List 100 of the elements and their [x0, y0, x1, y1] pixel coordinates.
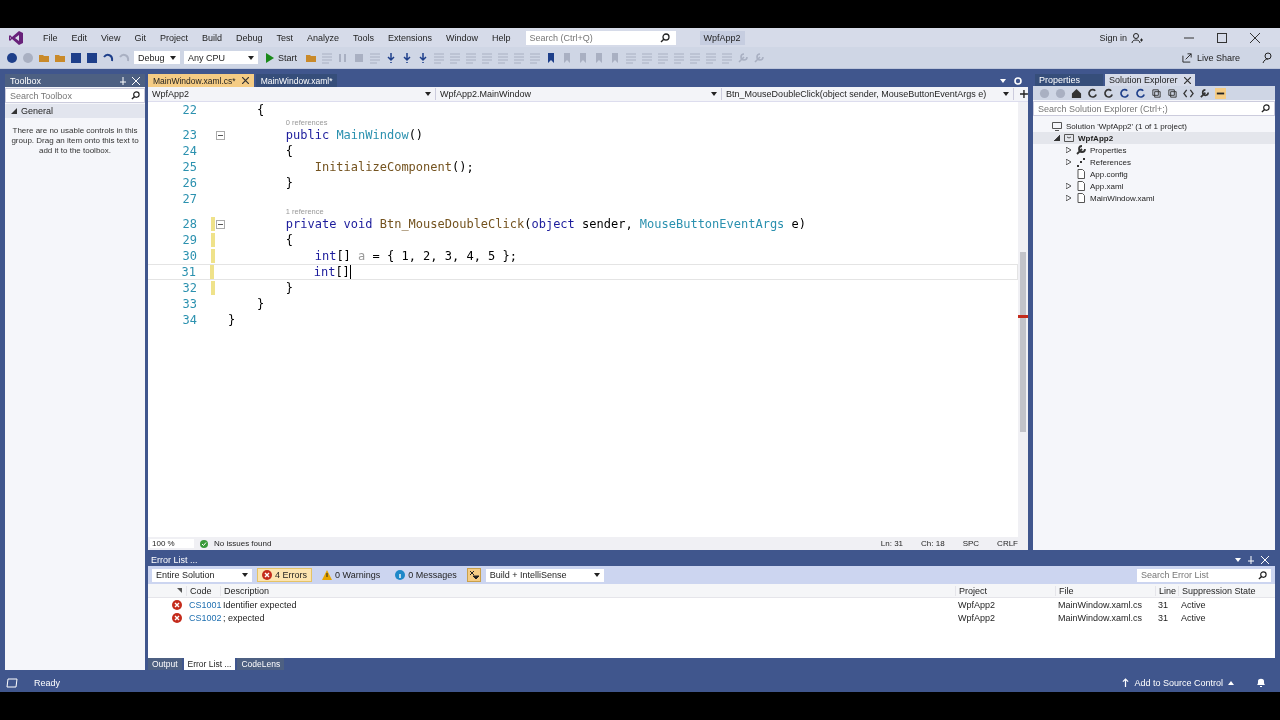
- panel-tab[interactable]: CodeLens: [237, 658, 285, 670]
- navigation-dropdown[interactable]: Btn_MouseDoubleClick(object sender, MouseButtonEventArgs e): [722, 88, 1015, 100]
- menu-item[interactable]: Tools: [346, 32, 382, 43]
- filter-button[interactable]: 0 Messages: [390, 568, 462, 582]
- menu-item[interactable]: Window: [439, 32, 486, 43]
- dropdown-icon[interactable]: [1235, 558, 1241, 562]
- menu-item[interactable]: File: [36, 32, 65, 43]
- refresh-icon[interactable]: [1119, 87, 1130, 99]
- tree-item[interactable]: App.config: [1033, 168, 1275, 180]
- pin-icon[interactable]: [1247, 556, 1255, 564]
- menu-item[interactable]: Extensions: [381, 32, 440, 43]
- column-header[interactable]: Line: [1155, 585, 1178, 596]
- column-header[interactable]: Description: [220, 585, 955, 596]
- split-icon[interactable]: [1020, 90, 1028, 98]
- back-icon[interactable]: [6, 51, 18, 64]
- step-icon[interactable]: [385, 51, 397, 64]
- live-share-button[interactable]: Live Share: [1181, 52, 1240, 63]
- menu-item[interactable]: Edit: [64, 32, 95, 43]
- close-icon[interactable]: [1183, 76, 1191, 84]
- menu-item[interactable]: Debug: [228, 32, 270, 43]
- menu-item[interactable]: Git: [127, 32, 153, 43]
- document-tab[interactable]: MainWindow.xaml.cs*: [148, 74, 254, 87]
- document-tab[interactable]: MainWindow.xaml*: [255, 74, 338, 87]
- feedback-icon[interactable]: [1262, 51, 1274, 64]
- scope-dropdown[interactable]: Entire Solution: [152, 568, 252, 582]
- start-button[interactable]: Start: [262, 52, 301, 63]
- error-code-link[interactable]: CS1002: [186, 612, 220, 623]
- menu-item[interactable]: Build: [194, 32, 229, 43]
- menu-item[interactable]: Analyze: [300, 32, 346, 43]
- status-text: Ready: [34, 677, 60, 688]
- menu-item[interactable]: Help: [485, 32, 518, 43]
- expander-icon[interactable]: [1065, 195, 1072, 201]
- refresh-icon[interactable]: [1135, 87, 1146, 99]
- issues-status[interactable]: No issues found: [214, 539, 272, 548]
- panel-tab[interactable]: Solution Explorer: [1105, 74, 1195, 86]
- menu-item[interactable]: View: [94, 32, 128, 43]
- column-header[interactable]: Suppression State: [1178, 585, 1275, 596]
- caret-icon: [711, 92, 718, 96]
- source-control-button[interactable]: Add to Source Control: [1122, 677, 1234, 688]
- expander-icon[interactable]: [1065, 183, 1072, 189]
- expander-icon[interactable]: [1065, 147, 1072, 153]
- tree-item[interactable]: MainWindow.xaml: [1033, 192, 1275, 204]
- save-all-icon[interactable]: [86, 51, 98, 64]
- tree-item[interactable]: References: [1033, 156, 1275, 168]
- pin-icon[interactable]: [119, 76, 127, 85]
- platform-dropdown[interactable]: Any CPU: [184, 51, 258, 64]
- save-icon[interactable]: [70, 51, 82, 64]
- source-dropdown[interactable]: Build + IntelliSense: [485, 568, 604, 582]
- expander-icon[interactable]: [1065, 159, 1072, 165]
- code-icon[interactable]: [1183, 87, 1194, 99]
- search-field[interactable]: Search Error List: [1137, 570, 1258, 580]
- navigation-dropdown[interactable]: WpfApp2.MainWindow: [436, 88, 723, 100]
- zoom-dropdown[interactable]: 100 %: [150, 539, 194, 548]
- configuration-dropdown[interactable]: Debug: [134, 51, 180, 64]
- scrollbar[interactable]: [1018, 102, 1028, 537]
- close-icon[interactable]: [1250, 32, 1260, 43]
- expander-icon[interactable]: [11, 108, 17, 114]
- gear-icon[interactable]: [1014, 76, 1022, 85]
- panel-tab[interactable]: Output: [148, 658, 182, 670]
- column-header[interactable]: File: [1055, 585, 1155, 596]
- error-code-link[interactable]: CS1001: [186, 599, 220, 610]
- search-field[interactable]: Search Error List: [1137, 568, 1271, 582]
- sign-in-link[interactable]: Sign in: [1099, 32, 1127, 43]
- menu-item[interactable]: Test: [269, 32, 300, 43]
- search-field[interactable]: Search Toolbox: [6, 90, 131, 101]
- maximize-icon[interactable]: [1217, 32, 1227, 43]
- logo-icon[interactable]: [8, 29, 24, 46]
- column-header[interactable]: Code: [186, 585, 220, 596]
- dropdown-icon[interactable]: [1000, 78, 1006, 83]
- tree-item[interactable]: App.xaml: [1033, 180, 1275, 192]
- column-header[interactable]: Project: [955, 585, 1055, 596]
- menu-item[interactable]: Project: [152, 32, 195, 43]
- navigation-dropdown[interactable]: WpfApp2: [148, 88, 437, 100]
- sort-icon[interactable]: [177, 588, 182, 593]
- tree-item[interactable]: Solution 'WpfApp2' (1 of 1 project): [1033, 120, 1275, 132]
- tree-item[interactable]: Properties: [1033, 144, 1275, 156]
- toolbox-group[interactable]: General: [5, 104, 145, 118]
- panel-title: Toolbox: [10, 75, 43, 86]
- copy-icon[interactable]: [1167, 87, 1178, 99]
- bell-icon[interactable]: [1256, 677, 1266, 688]
- account-icon[interactable]: [1131, 31, 1143, 44]
- search-field[interactable]: Search (Ctrl+Q): [525, 32, 660, 43]
- filter-button[interactable]: 0 Warnings: [317, 568, 386, 582]
- check-icon: [200, 539, 208, 548]
- filter-button[interactable]: 4 Errors: [257, 568, 312, 582]
- filter-icon[interactable]: [466, 568, 481, 582]
- panel-tab[interactable]: Properties: [1035, 74, 1103, 86]
- close-icon[interactable]: [241, 77, 249, 84]
- tree-item[interactable]: WpfApp2: [1033, 132, 1275, 144]
- panel-tab[interactable]: Error List ...: [183, 658, 236, 670]
- wrench-icon[interactable]: [1199, 87, 1210, 99]
- search-field[interactable]: Search Solution Explorer (Ctrl+;): [1033, 101, 1275, 116]
- bookmark-icon[interactable]: [545, 51, 557, 64]
- search-field[interactable]: Search (Ctrl+Q): [525, 30, 676, 45]
- home-icon[interactable]: [1071, 87, 1082, 99]
- search-field[interactable]: Search Solution Explorer (Ctrl+;): [1034, 103, 1261, 114]
- line-number: 29: [181, 233, 197, 247]
- search-field[interactable]: Search Toolbox: [5, 88, 145, 103]
- expander-icon[interactable]: [1053, 135, 1060, 141]
- preview-icon[interactable]: [1215, 87, 1226, 99]
